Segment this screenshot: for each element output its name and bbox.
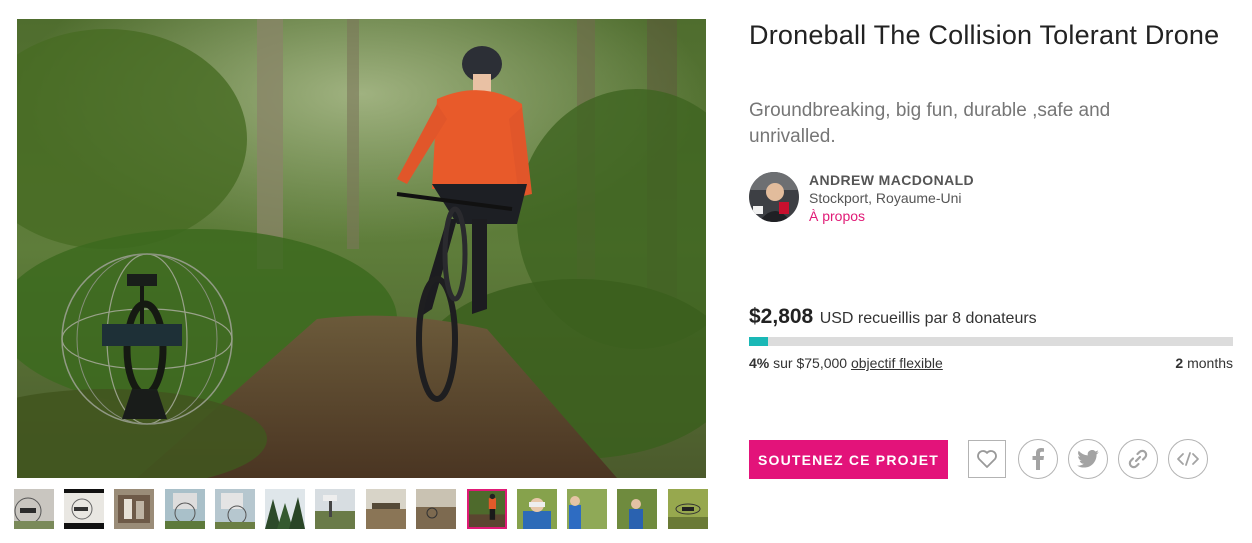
embed-code-icon — [1177, 452, 1199, 466]
link-icon — [1128, 449, 1148, 469]
embed-button[interactable] — [1168, 439, 1208, 479]
owner-about-link[interactable]: À propos — [809, 208, 865, 224]
gallery-thumbnail[interactable] — [64, 489, 104, 529]
time-left: 2 months — [1175, 355, 1233, 371]
gallery-thumbnail[interactable] — [315, 489, 355, 529]
forest-cyclist-drone-photo — [17, 19, 706, 478]
gallery-thumbnail[interactable] — [366, 489, 406, 529]
campaign-main-image[interactable] — [17, 19, 706, 478]
avatar[interactable] — [749, 172, 799, 222]
gallery-thumbnail[interactable] — [668, 489, 708, 529]
gallery-thumbnail[interactable] — [215, 489, 255, 529]
flexible-goal-link[interactable]: objectif flexible — [851, 355, 943, 371]
goal-summary: 4% sur $75,000 objectif flexible — [749, 355, 943, 371]
gallery-thumbnail-active[interactable] — [467, 489, 507, 529]
gallery-thumbnail[interactable] — [517, 489, 557, 529]
gallery-thumbnail[interactable] — [165, 489, 205, 529]
time-left-unit: months — [1187, 355, 1233, 371]
funds-raised: $2,808 USD recueillis par 8 donateurs — [749, 305, 1037, 329]
twitter-share-button[interactable] — [1068, 439, 1108, 479]
amount-raised: $2,808 — [749, 305, 814, 328]
gallery-thumbnail[interactable] — [14, 489, 54, 529]
heart-icon — [977, 450, 997, 468]
back-this-project-button[interactable]: SOUTENEZ CE PROJET — [749, 440, 948, 479]
facebook-icon — [1032, 448, 1044, 470]
copy-link-button[interactable] — [1118, 439, 1158, 479]
gallery-thumbnail[interactable] — [617, 489, 657, 529]
gallery-thumbnail[interactable] — [567, 489, 607, 529]
owner-name[interactable]: ANDREW MACDONALD — [809, 172, 974, 188]
raised-caption: USD recueillis par 8 donateurs — [819, 310, 1037, 327]
owner-location: Stockport, Royaume-Uni — [809, 190, 962, 206]
goal-amount: sur $75,000 — [773, 355, 848, 371]
percent-funded: 4% — [749, 355, 770, 371]
gallery-thumbnail[interactable] — [416, 489, 456, 529]
gallery-thumbnails — [14, 489, 714, 529]
facebook-share-button[interactable] — [1018, 439, 1058, 479]
time-left-number: 2 — [1175, 355, 1184, 371]
twitter-icon — [1077, 450, 1099, 468]
funding-progress-fill — [749, 337, 769, 346]
funding-progress-bar — [749, 337, 1233, 346]
gallery-thumbnail[interactable] — [265, 489, 305, 529]
campaign-title: Droneball The Collision Tolerant Drone — [749, 20, 1220, 50]
follow-heart-button[interactable] — [968, 440, 1006, 478]
gallery-thumbnail[interactable] — [114, 489, 154, 529]
campaign-blurb: Groundbreaking, big fun, durable ,safe a… — [749, 100, 1111, 147]
